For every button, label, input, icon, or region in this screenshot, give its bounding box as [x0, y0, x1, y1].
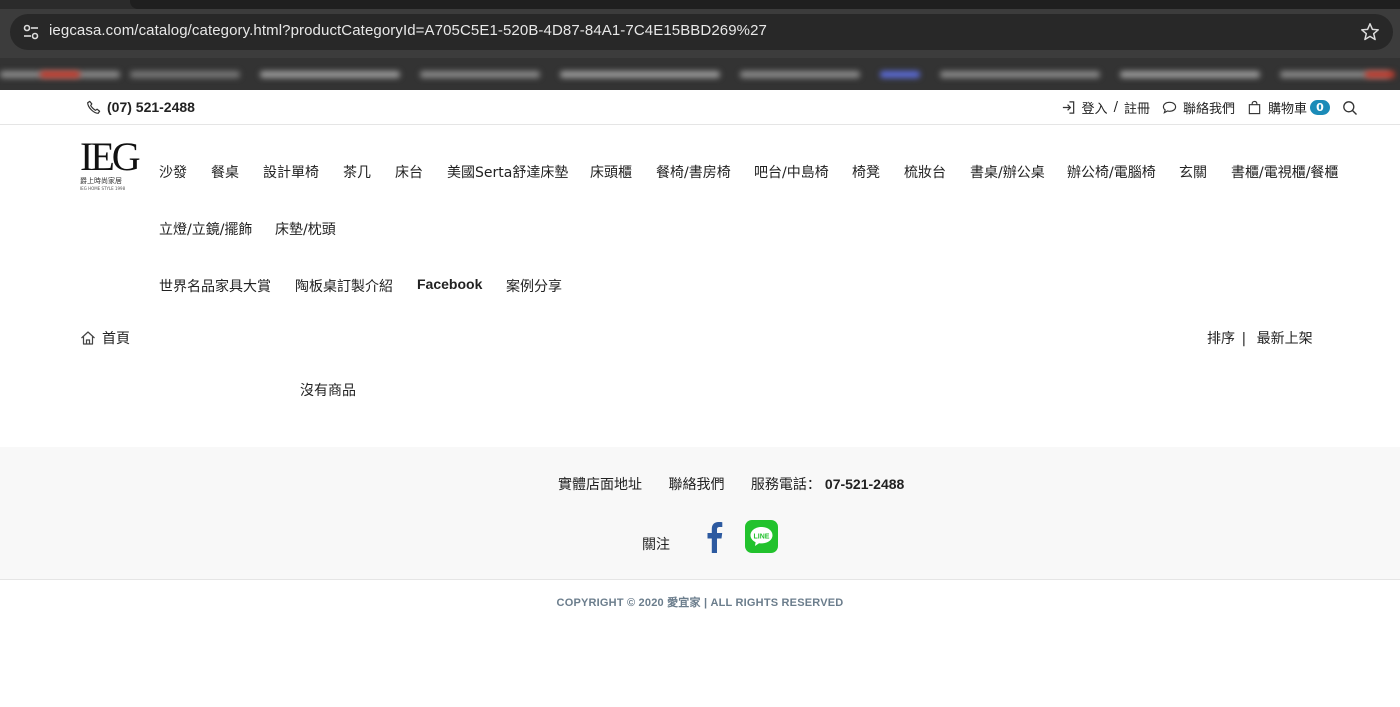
account-links: 登入 / 註冊 聯絡我們 購物車 0 — [1061, 98, 1358, 117]
footer-links: 實體店面地址 聯絡我們 服務電話： 07-521-2488 — [558, 474, 926, 494]
site-logo[interactable]: IEG 爵上時尚家居 IEG HOME STYLE 1998 — [80, 134, 141, 195]
bookmarks-bar — [0, 58, 1400, 90]
home-icon[interactable] — [80, 330, 96, 346]
phone-icon — [87, 100, 101, 114]
line-icon[interactable]: LINE — [745, 520, 778, 553]
sort-label: 排序 — [1207, 331, 1235, 347]
nav-item[interactable]: 椅凳 — [852, 162, 880, 182]
search-icon[interactable] — [1342, 100, 1358, 116]
nav-item[interactable]: 辦公椅/電腦椅 — [1067, 162, 1156, 182]
nav-item[interactable]: 美國Serta舒達床墊 — [447, 162, 568, 182]
login-separator: / — [1113, 100, 1118, 115]
cart-label: 購物車 — [1267, 102, 1307, 117]
service-phone[interactable]: 07-521-2488 — [825, 476, 904, 492]
nav-item[interactable]: 吧台/中島椅 — [754, 162, 829, 182]
nav-item[interactable]: 床墊/枕頭 — [275, 219, 336, 239]
nav-item-facebook[interactable]: Facebook — [417, 276, 482, 292]
footer-contact-link[interactable]: 聯絡我們 — [668, 477, 724, 493]
nav-item[interactable]: 床頭櫃 — [590, 162, 632, 182]
contact-link[interactable]: 聯絡我們 — [1162, 98, 1235, 117]
line-bubble-icon: LINE — [750, 527, 773, 546]
browser-chrome: iegcasa.com/catalog/category.html?produc… — [0, 0, 1400, 90]
tune-icon[interactable] — [22, 23, 40, 41]
phone-number: (07) 521-2488 — [107, 99, 195, 115]
logo-mark: IEG — [80, 134, 141, 179]
sort-select[interactable]: 最新上架 — [1257, 331, 1313, 347]
footer: 實體店面地址 聯絡我們 服務電話： 07-521-2488 關注 LINE — [0, 447, 1400, 580]
sort-control: 排序 | 最新上架 — [1207, 328, 1313, 348]
nav-item[interactable]: 餐椅/書房椅 — [656, 162, 731, 182]
nav-item[interactable]: 陶板桌訂製介紹 — [295, 276, 393, 296]
nav-item[interactable]: 書櫃/電視櫃/餐櫃 — [1231, 162, 1338, 182]
sort-separator: | — [1241, 331, 1247, 347]
nav-item[interactable]: 世界名品家具大賞 — [159, 276, 271, 296]
chat-bubble-icon — [1162, 101, 1177, 114]
register-link[interactable]: 註冊 — [1124, 98, 1150, 117]
nav-item[interactable]: 設計單椅 — [263, 162, 319, 182]
service-phone-label: 服務電話： — [750, 477, 821, 493]
empty-message: 沒有商品 — [300, 383, 356, 399]
login-register: 登入 / 註冊 — [1061, 98, 1150, 117]
facebook-icon[interactable] — [700, 520, 726, 553]
copyright: COPYRIGHT © 2020 愛宜家 | ALL RIGHTS RESERV… — [556, 597, 844, 609]
shopping-bag-icon — [1248, 100, 1261, 115]
breadcrumb-home[interactable]: 首頁 — [102, 328, 130, 348]
active-tab-edge[interactable] — [130, 0, 1400, 9]
url-text[interactable]: iegcasa.com/catalog/category.html?produc… — [49, 22, 767, 39]
nav-item[interactable]: 案例分享 — [506, 276, 562, 296]
login-link[interactable]: 登入 — [1082, 98, 1108, 117]
cart-link[interactable]: 購物車 0 — [1247, 98, 1330, 117]
nav-item[interactable]: 梳妝台 — [904, 162, 946, 182]
nav-item[interactable]: 茶几 — [343, 162, 371, 182]
follow-label: 關注 — [642, 537, 670, 553]
contact-label: 聯絡我們 — [1182, 102, 1235, 117]
nav-item[interactable]: 餐桌 — [211, 162, 239, 182]
nav-item[interactable]: 立燈/立鏡/擺飾 — [159, 219, 252, 239]
logo-subtitle: 爵上時尚家居 — [80, 177, 122, 185]
cart-count-badge: 0 — [1310, 100, 1330, 115]
logo-subtitle-small: IEG HOME STYLE 1998 — [80, 186, 126, 191]
login-icon — [1062, 101, 1074, 114]
nav-item[interactable]: 玄關 — [1179, 162, 1207, 182]
store-address-link[interactable]: 實體店面地址 — [558, 477, 642, 493]
nav-item[interactable]: 書桌/辦公桌 — [970, 162, 1045, 182]
nav-item[interactable]: 床台 — [395, 162, 423, 182]
star-icon[interactable] — [1359, 21, 1381, 43]
nav-item[interactable]: 沙發 — [159, 162, 187, 182]
top-bar: (07) 521-2488 登入 / 註冊 聯絡我們 購物車 0 — [0, 90, 1400, 125]
header-phone[interactable]: (07) 521-2488 — [86, 99, 195, 115]
line-icon-text: LINE — [754, 533, 770, 540]
breadcrumb: 首頁 — [80, 328, 130, 348]
